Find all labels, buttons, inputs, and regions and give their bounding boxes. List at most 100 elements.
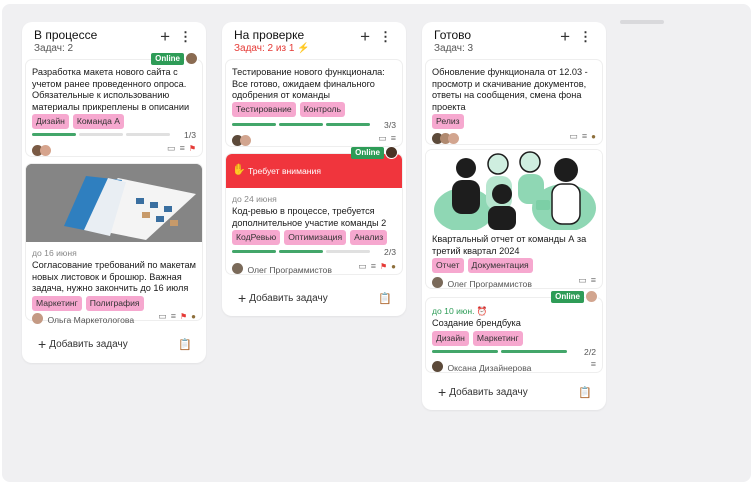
progress-label: 1/3 [184,130,196,140]
task-card[interactable]: Online до 10 июн. ⏰ Создание брендбука Д… [426,290,602,373]
task-card[interactable]: Тестирование нового функционала: Все гот… [226,60,402,147]
add-card-icon[interactable]: + [360,27,370,47]
avatar [232,263,243,275]
attention-label: Требует внимания [248,166,321,176]
tag[interactable]: Маркетинг [32,296,82,311]
turtle-icon: ● [591,131,596,141]
column-header: На проверке Задач: 2 из 1 ⚡ + ⋮ [222,22,406,60]
due-date: до 10 июн. ⏰ [432,306,488,316]
online-badge: Online [551,291,584,303]
card-text: Квартальный отчет от команды А за третий… [432,234,587,256]
tag[interactable]: Оптимизация [284,230,347,245]
turtle-icon: ● [391,261,396,271]
avatar [585,290,598,303]
avatar [432,277,443,289]
plus-icon: + [38,336,47,352]
add-task-button[interactable]: + Добавить задачу [438,384,528,400]
tag[interactable]: Тестирование [232,102,296,117]
description-icon: ≡ [170,311,176,321]
team-illustration [426,150,602,230]
column-header: Готово Задач: 3 + ⋮ [422,22,606,60]
description-icon: ≡ [590,275,596,285]
tag[interactable]: Команда А [72,114,125,129]
flag-icon: ⚑ [379,261,388,271]
progress-label: 2/2 [584,347,596,357]
card-text: Создание брендбука [432,318,521,328]
description-icon: ≡ [581,131,588,141]
add-card-icon[interactable]: + [160,27,170,47]
comments-icon[interactable]: ▭ [578,275,587,286]
flag-icon: ⚑ [188,143,196,153]
column-count: Задач: 2 [34,43,74,54]
add-card-icon[interactable]: + [560,27,570,47]
tag[interactable]: Релиз [432,114,464,129]
progress-label: 2/3 [384,247,396,257]
owner-name: Олег Программистов [247,265,332,275]
tag[interactable]: КодРевью [232,230,281,245]
comments-icon[interactable]: ▭ [167,143,176,154]
card-text: Код-ревью в процессе, требуется дополнит… [232,206,387,228]
due-date: до 16 июня [32,248,77,258]
flag-icon: ⚑ [179,311,188,321]
tag[interactable]: Анализ [350,230,388,245]
avatar [385,146,398,159]
tag[interactable]: Контроль [299,102,346,117]
online-badge: Online [151,53,184,65]
tag[interactable]: Полиграфия [85,296,144,311]
clipboard-icon[interactable]: 📋 [578,386,592,399]
tag[interactable]: Отчет [432,258,464,273]
task-card[interactable]: Квартальный отчет от команды А за третий… [426,150,602,289]
column-count: Задач: 2 из 1 ⚡ [234,43,310,54]
column-title: В процессе [34,28,98,42]
progress-bar [432,350,567,353]
tag[interactable]: Маркетинг [472,331,523,346]
more-vertical-icon[interactable]: ⋮ [179,28,192,46]
progress-bar [232,123,370,126]
card-text: Разработка макета нового сайта с учетом … [32,67,190,112]
progress-bar [232,250,370,253]
task-card[interactable]: Обновление функционала от 12.03 - просмо… [426,60,602,145]
new-column-placeholder[interactable] [620,20,664,24]
owner-name: Ольга Маркетологова [47,315,135,325]
avatar [185,52,198,65]
tag[interactable]: Документация [467,258,533,273]
clipboard-icon[interactable]: 📋 [378,292,392,305]
due-date: до 24 июня [232,194,277,204]
card-text: Согласование требований по макетам новых… [32,260,196,294]
card-text: Тестирование нового функционала: Все гот… [232,67,385,101]
column-done: Готово Задач: 3 + ⋮ Обновление функциона… [422,22,606,410]
task-card[interactable]: Online Разработка макета нового сайта с … [26,52,202,157]
column-count: Задач: 3 [434,43,474,54]
comments-icon[interactable]: ▭ [378,133,387,144]
column-review: На проверке Задач: 2 из 1 ⚡ + ⋮ Тестиров… [222,22,406,316]
more-vertical-icon[interactable]: ⋮ [379,28,392,46]
comments-icon[interactable]: ▭ [158,311,167,322]
tag[interactable]: Дизайн [32,114,69,129]
avatar [40,145,51,157]
plus-icon: + [238,290,247,306]
avatar [448,133,459,145]
column-title: Готово [434,28,472,42]
attention-banner: ✋ Требует внимания [226,154,402,188]
plus-icon: + [438,384,447,400]
task-card[interactable]: ✋ Требует внимания Online до 24 июня Код… [226,146,402,275]
alarm-clock-icon: ⏰ [476,306,488,316]
brochure-image [26,164,202,242]
progress-label: 3/3 [384,120,396,130]
comments-icon[interactable]: ▭ [358,261,367,272]
avatar [432,361,443,373]
add-task-button[interactable]: + Добавить задачу [38,336,128,352]
online-badge: Online [351,147,384,159]
description-icon: ≡ [590,359,596,369]
comments-icon[interactable]: ▭ [569,131,578,142]
more-vertical-icon[interactable]: ⋮ [579,28,592,46]
avatar [240,135,251,147]
turtle-icon: ● [191,311,196,321]
column-title: На проверке [234,28,305,42]
clipboard-icon[interactable]: 📋 [178,338,192,351]
tag[interactable]: Дизайн [432,331,469,346]
add-task-button[interactable]: + Добавить задачу [238,290,328,306]
hand-icon: ✋ [232,164,246,176]
task-card[interactable]: до 16 июня Согласование требований по ма… [26,164,202,325]
avatar [32,313,43,325]
